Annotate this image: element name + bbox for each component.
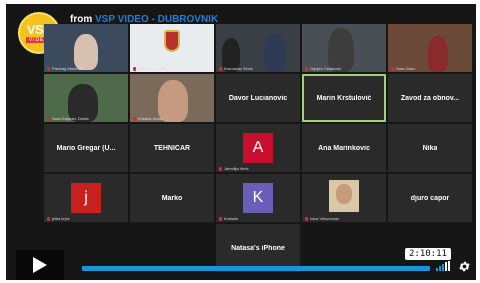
- mic-muted-icon: [391, 66, 394, 71]
- participant-name: Nika: [422, 144, 438, 152]
- participant-video: [388, 24, 472, 72]
- participant-tile[interactable]: TEHNICAR: [130, 124, 214, 172]
- mic-muted-icon: [219, 166, 222, 171]
- participant-caption-text: Ognjen Celakovic: [310, 66, 342, 71]
- participant-caption-text: Sara Vukic: [396, 66, 416, 71]
- participant-caption: Jarmilija Veric: [219, 166, 249, 171]
- participant-tile[interactable]: Davor Lucianovic: [216, 74, 300, 122]
- time-display: 2:10:11: [405, 248, 451, 260]
- participant-caption-text: Grad Dubrovnik: [138, 66, 167, 71]
- mic-muted-icon: [47, 216, 50, 221]
- participant-caption: Korisnik: [219, 216, 238, 221]
- participant-caption-text: Ivica Vrtovcovac: [310, 216, 339, 221]
- mic-muted-icon: [133, 66, 136, 71]
- participant-tile[interactable]: Kristina Jerkic: [130, 74, 214, 122]
- play-icon: [33, 257, 47, 273]
- participant-caption-text: Korisnik: [224, 216, 239, 221]
- mic-muted-icon: [47, 66, 50, 71]
- mic-muted-icon: [47, 116, 50, 121]
- participant-tile[interactable]: Ana Marinkovic: [302, 124, 386, 172]
- player-controls: 2:10:11: [6, 248, 476, 280]
- participant-caption: Grad Dubrovnik: [133, 66, 166, 71]
- participant-caption: Sara Vukic: [391, 66, 415, 71]
- participant-name: Ana Marinkovic: [318, 144, 370, 152]
- participant-caption-text: jelka krpic: [52, 216, 70, 221]
- mic-muted-icon: [305, 66, 308, 71]
- mic-muted-icon: [219, 216, 222, 221]
- participant-caption: Krunoslav Simic: [219, 66, 253, 71]
- participant-caption-text: Predrag Markovic: [52, 66, 84, 71]
- participant-tile[interactable]: K Korisnik: [216, 174, 300, 222]
- participant-caption: Predrag Markovic: [47, 66, 83, 71]
- participant-caption-text: Sara Koljanin, Dzelic: [52, 116, 89, 121]
- participant-tile[interactable]: Predrag Markovic: [44, 24, 128, 72]
- gear-icon[interactable]: [458, 260, 471, 273]
- participant-grid: Predrag Markovic Grad Dubrovnik Krunoslav …: [44, 24, 476, 272]
- participant-caption: Kristina Jerkic: [133, 116, 163, 121]
- participant-name: Mario Gregar (U...: [56, 144, 116, 152]
- participant-video: [44, 74, 128, 122]
- volume-icon[interactable]: [436, 261, 450, 271]
- participant-avatar: j: [71, 183, 101, 213]
- participant-caption-text: Kristina Jerkic: [138, 116, 163, 121]
- participant-video: [216, 24, 300, 72]
- participant-caption-text: Krunoslav Simic: [224, 66, 253, 71]
- participant-caption: Ivica Vrtovcovac: [305, 216, 339, 221]
- participant-name: djuro capor: [410, 194, 450, 202]
- participant-tile[interactable]: j jelka krpic: [44, 174, 128, 222]
- participant-tile[interactable]: Ivica Vrtovcovac: [302, 174, 386, 222]
- participant-video: [302, 24, 386, 72]
- participant-video: [302, 174, 386, 222]
- mic-muted-icon: [219, 66, 222, 71]
- participant-video: [130, 24, 214, 72]
- participant-tile[interactable]: Marko: [130, 174, 214, 222]
- participant-tile[interactable]: Marin Krstulović: [302, 74, 386, 122]
- video-player[interactable]: VSP VIDEO from VSP VIDEO - DUBROVNIK Pre…: [6, 4, 476, 280]
- participant-tile[interactable]: Grad Dubrovnik: [130, 24, 214, 72]
- participant-name: Davor Lucianovic: [228, 94, 288, 102]
- participant-name: TEHNICAR: [153, 144, 191, 152]
- participant-tile[interactable]: Mario Gregar (U...: [44, 124, 128, 172]
- participant-tile[interactable]: Sara Vukic: [388, 24, 472, 72]
- mic-muted-icon: [305, 216, 308, 221]
- participant-avatar: A: [243, 133, 273, 163]
- participant-avatar: K: [243, 183, 273, 213]
- participant-video: [130, 74, 214, 122]
- participant-tile[interactable]: Sara Koljanin, Dzelic: [44, 74, 128, 122]
- participant-name: Marin Krstulović: [316, 94, 372, 102]
- participant-tile[interactable]: Krunoslav Simic: [216, 24, 300, 72]
- participant-name: Marko: [161, 194, 183, 202]
- participant-caption: Sara Koljanin, Dzelic: [47, 116, 89, 121]
- play-button[interactable]: [16, 250, 64, 280]
- participant-tile[interactable]: djuro capor: [388, 174, 472, 222]
- participant-caption: Ognjen Celakovic: [305, 66, 341, 71]
- participant-name: Zavod za obnov...: [400, 94, 460, 102]
- progress-bar[interactable]: [82, 266, 430, 271]
- participant-caption: jelka krpic: [47, 216, 70, 221]
- participant-video: [44, 24, 128, 72]
- participant-tile[interactable]: Zavod za obnov...: [388, 74, 472, 122]
- participant-tile[interactable]: Ognjen Celakovic: [302, 24, 386, 72]
- participant-tile[interactable]: Nika: [388, 124, 472, 172]
- mic-muted-icon: [133, 116, 136, 121]
- participant-caption-text: Jarmilija Veric: [224, 166, 249, 171]
- participant-tile[interactable]: A Jarmilija Veric: [216, 124, 300, 172]
